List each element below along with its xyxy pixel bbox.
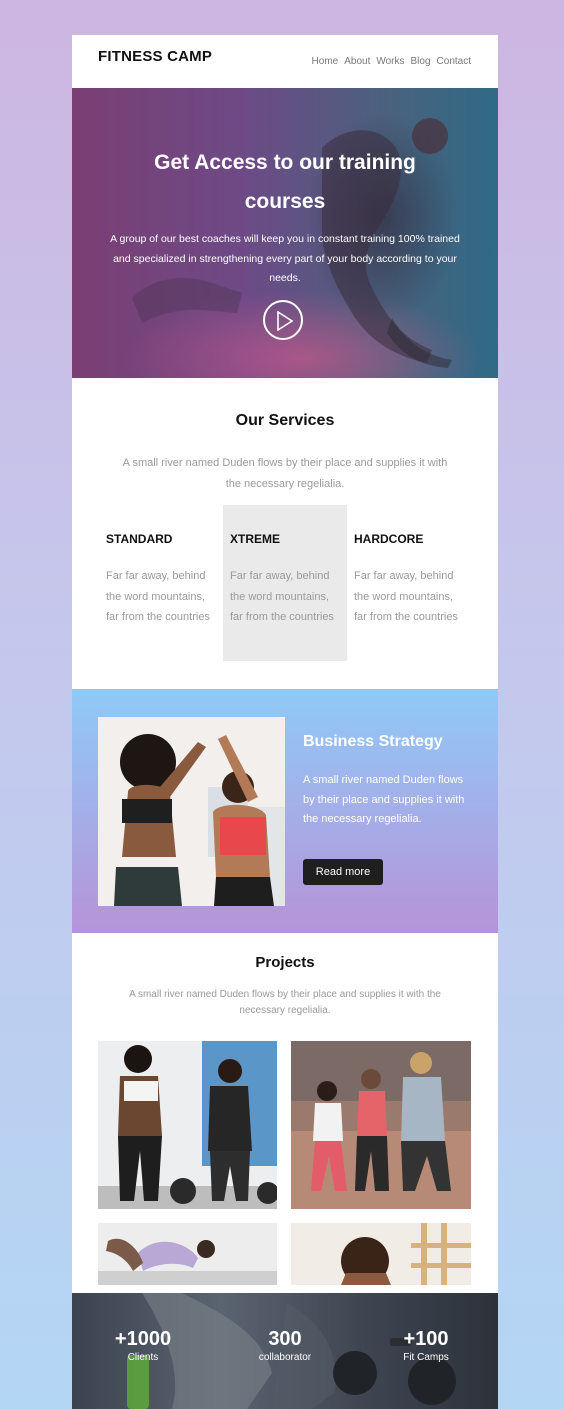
hero-text: A group of our best coaches will keep yo… xyxy=(110,233,460,284)
service-name: XTREME xyxy=(230,532,281,546)
nav-about[interactable]: About xyxy=(344,56,370,67)
stat-value: 300 xyxy=(268,1328,302,1350)
hero-title: Get Access to our training courses xyxy=(154,151,416,213)
project-image-2[interactable] xyxy=(291,1041,471,1209)
nav-menu: Home About Works Blog Contact xyxy=(312,56,471,67)
high-five-image xyxy=(98,717,285,906)
play-button[interactable] xyxy=(263,300,303,340)
business-title: Business Strategy xyxy=(303,733,443,750)
service-text: Far far away, behind the word mountains,… xyxy=(230,570,334,623)
stat-label: collaborator xyxy=(258,1352,312,1363)
service-text: Far far away, behind the word mountains,… xyxy=(354,570,458,623)
logo[interactable]: FITNESS CAMP xyxy=(98,48,212,65)
service-text: Far far away, behind the word mountains,… xyxy=(106,570,210,623)
service-xtreme: XTREME Far far away, behind the word mou… xyxy=(223,505,347,661)
service-name: HARDCORE xyxy=(354,532,424,546)
service-hardcore: HARDCORE Far far away, behind the word m… xyxy=(344,505,468,661)
stats-banner: +1000 Clients 300 collaborator +100 Fit … xyxy=(72,1293,498,1409)
projects-title: Projects xyxy=(255,954,315,971)
nav-contact[interactable]: Contact xyxy=(437,56,471,67)
services-subtitle: A small river named Duden flows by their… xyxy=(122,457,448,490)
stat-fit-camps: +100 Fit Camps xyxy=(366,1327,486,1365)
project-image-4[interactable] xyxy=(291,1223,471,1285)
project-image-3[interactable] xyxy=(98,1223,277,1285)
stat-value: +1000 xyxy=(114,1328,172,1350)
header: FITNESS CAMP Home About Works Blog Conta… xyxy=(72,35,498,88)
nav-home[interactable]: Home xyxy=(312,56,339,67)
stat-clients: +1000 Clients xyxy=(83,1327,203,1365)
stat-label: Clients xyxy=(127,1352,159,1363)
service-name: STANDARD xyxy=(106,532,173,546)
hero-banner: Get Access to our training courses A gro… xyxy=(72,88,498,378)
services-title: Our Services xyxy=(235,412,335,429)
nav-works[interactable]: Works xyxy=(376,56,404,67)
read-more-button[interactable]: Read more xyxy=(303,859,383,885)
email-card: FITNESS CAMP Home About Works Blog Conta… xyxy=(72,35,498,1409)
projects-subtitle: A small river named Duden flows by their… xyxy=(129,989,441,1016)
project-image-1[interactable] xyxy=(98,1041,277,1209)
stat-collaborator: 300 collaborator xyxy=(225,1327,345,1365)
business-text: A small river named Duden flows by their… xyxy=(303,774,465,825)
stat-value: +100 xyxy=(403,1328,449,1350)
business-section: Business Strategy A small river named Du… xyxy=(72,689,498,933)
nav-blog[interactable]: Blog xyxy=(411,56,431,67)
play-icon xyxy=(277,311,294,331)
stat-label: Fit Camps xyxy=(403,1352,449,1363)
service-standard: STANDARD Far far away, behind the word m… xyxy=(96,505,220,661)
